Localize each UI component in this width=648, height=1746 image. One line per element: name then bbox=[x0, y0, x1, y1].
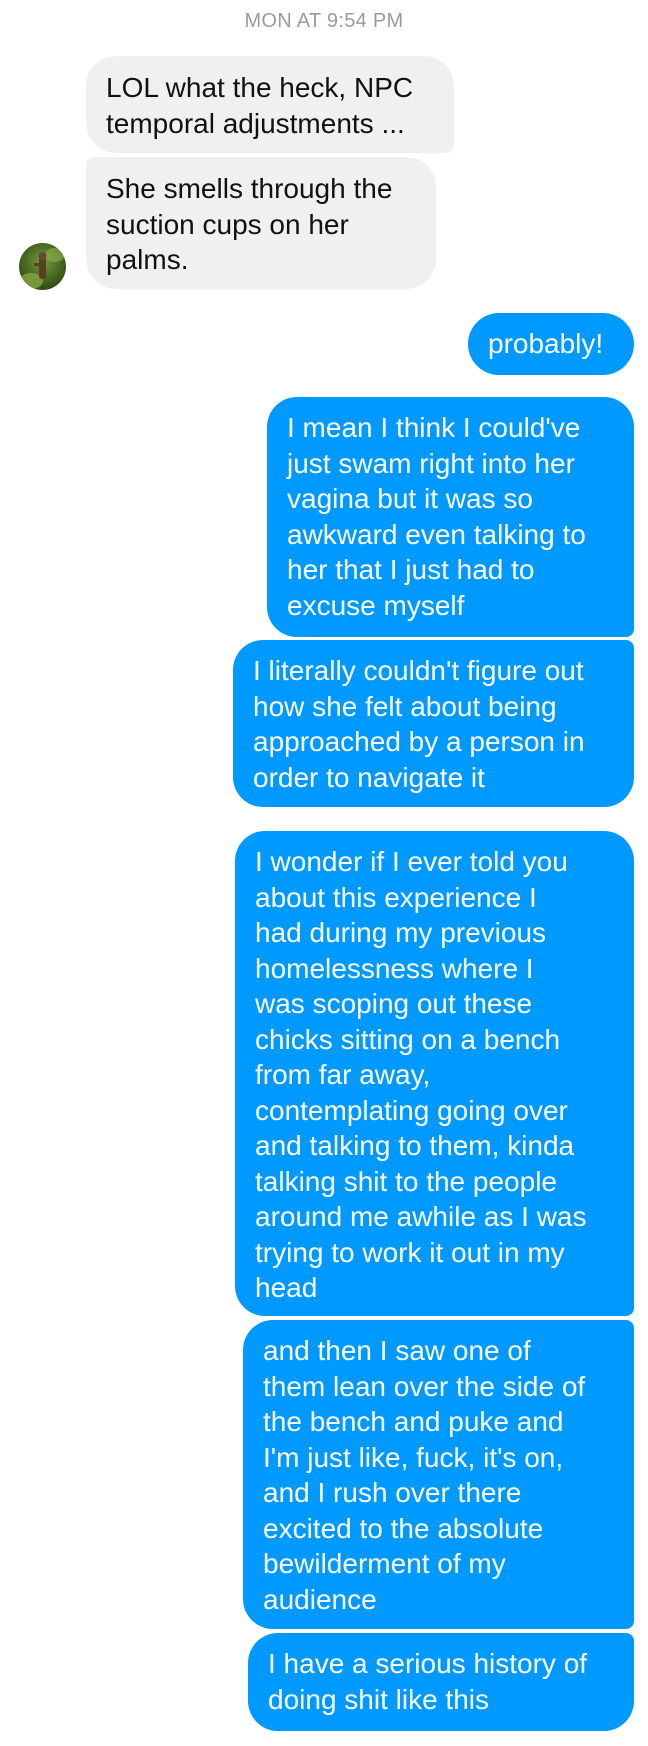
outgoing-message[interactable]: I wonder if I ever told you about this e… bbox=[235, 831, 634, 1316]
outgoing-message[interactable]: probably! bbox=[468, 313, 634, 375]
contact-avatar-icon[interactable] bbox=[19, 243, 66, 290]
incoming-message[interactable]: She smells through the suction cups on h… bbox=[86, 157, 436, 289]
incoming-message[interactable]: LOL what the heck, NPC temporal adjustme… bbox=[86, 56, 454, 153]
outgoing-message[interactable]: I literally couldn't figure out how she … bbox=[233, 640, 634, 807]
outgoing-message[interactable]: I have a serious history of doing shit l… bbox=[248, 1633, 634, 1731]
timestamp: MON AT 9:54 PM bbox=[244, 10, 404, 32]
outgoing-message[interactable]: and then I saw one of them lean over the… bbox=[243, 1320, 634, 1629]
outgoing-message[interactable]: I mean I think I could've just swam righ… bbox=[267, 397, 634, 637]
